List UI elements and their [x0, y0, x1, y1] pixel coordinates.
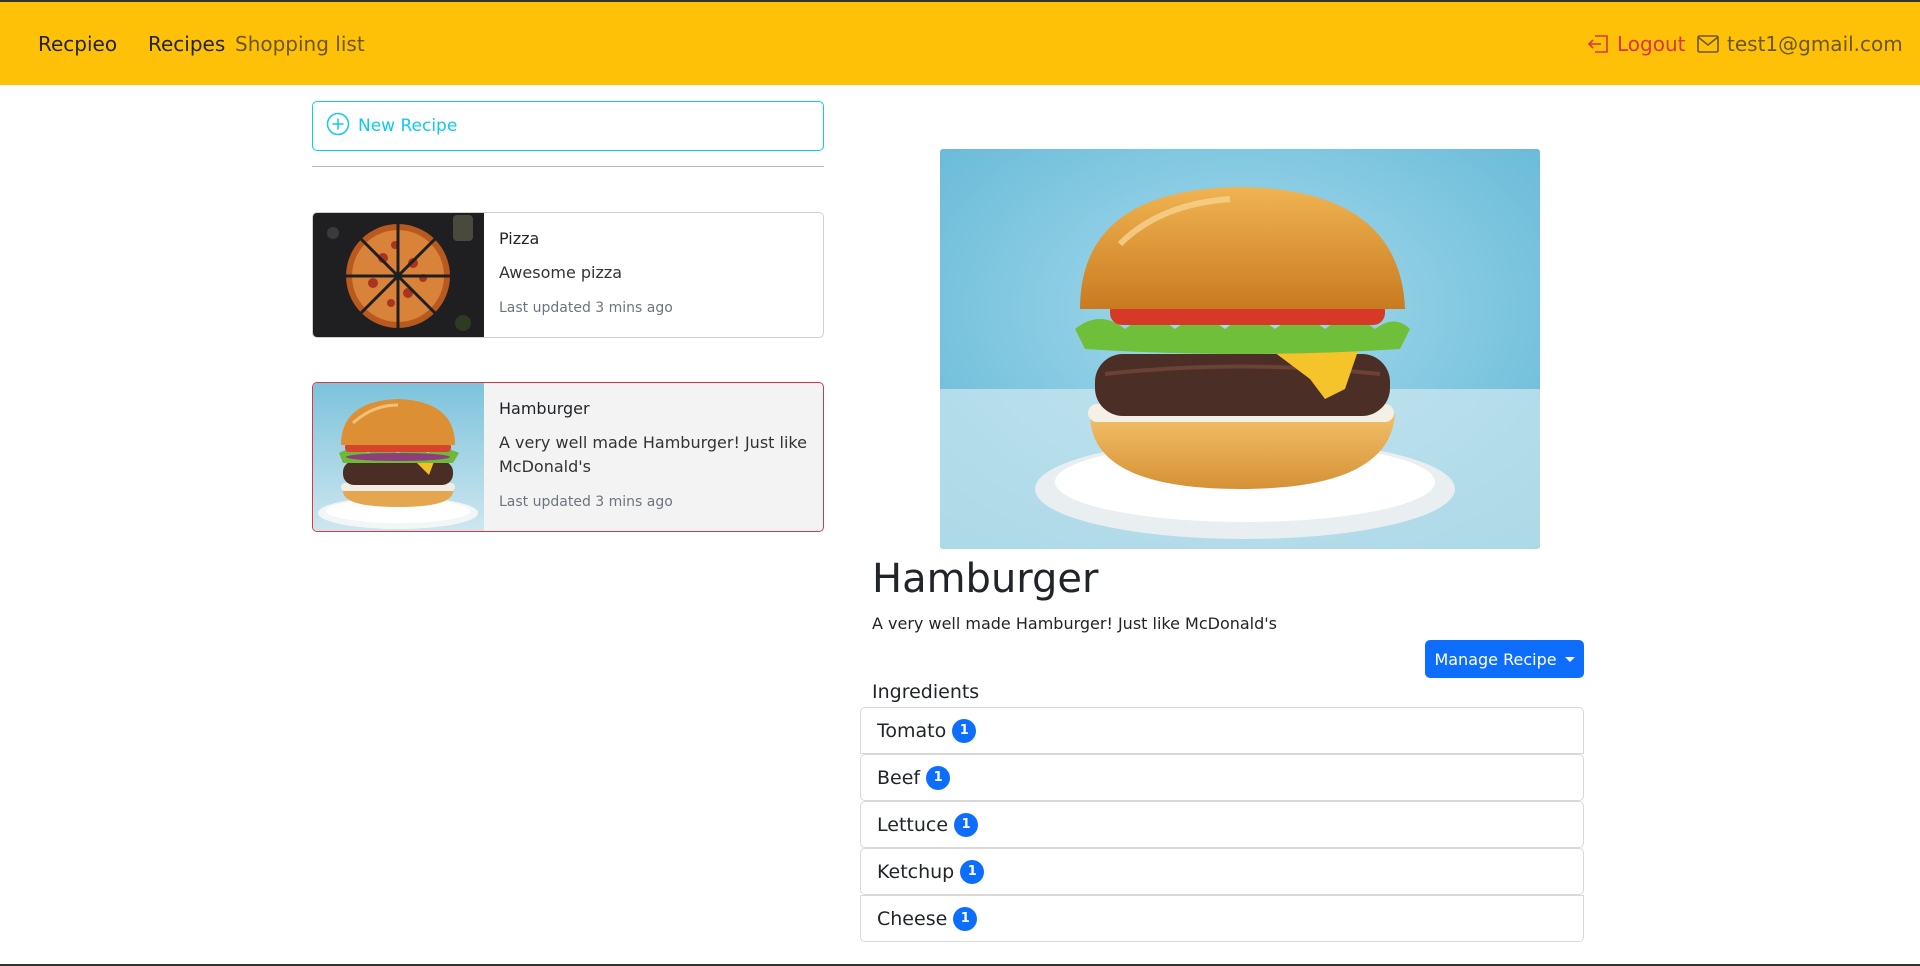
recipe-detail-title: Hamburger	[872, 556, 1099, 602]
brand-logo[interactable]: Recpieo	[38, 32, 117, 56]
recipe-card-title: Pizza	[499, 229, 540, 248]
ingredient-item[interactable]: Lettuce 1	[860, 801, 1584, 848]
user-email: test1@gmail.com	[1697, 32, 1903, 56]
envelope-icon	[1697, 35, 1719, 53]
recipe-hero-image	[940, 149, 1540, 549]
user-email-label: test1@gmail.com	[1727, 32, 1903, 56]
recipe-card-updated: Last updated 3 mins ago	[499, 494, 673, 510]
manage-recipe-dropdown-button[interactable]: Manage Recipe	[1425, 640, 1584, 678]
recipe-detail-description: A very well made Hamburger! Just like Mc…	[872, 614, 1278, 633]
ingredient-amount-badge: 1	[953, 906, 978, 931]
ingredient-name: Tomato	[877, 719, 947, 742]
new-recipe-button[interactable]: New Recipe	[312, 101, 824, 151]
ingredient-amount-badge: 1	[952, 718, 977, 743]
recipe-card-description: A very well made Hamburger! Just like Mc…	[499, 433, 807, 476]
ingredient-name: Ketchup	[877, 860, 955, 883]
logout-link[interactable]: Logout	[1587, 32, 1685, 56]
logout-icon	[1587, 34, 1609, 54]
ingredient-item[interactable]: Tomato 1	[860, 707, 1584, 754]
navbar: Recpieo Recipes Shopping list Logout tes…	[0, 0, 1920, 85]
ingredient-item[interactable]: Cheese 1	[860, 895, 1584, 942]
recipe-card-updated: Last updated 3 mins ago	[499, 300, 673, 316]
recipe-card-body: Pizza Awesome pizza	[499, 229, 809, 285]
recipe-card-title: Hamburger	[499, 399, 590, 418]
new-recipe-label: New Recipe	[358, 116, 458, 136]
ingredient-amount-badge: 1	[954, 812, 979, 837]
ingredients-list: Tomato 1 Beef 1 Lettuce 1 Ketchup 1 Chee…	[860, 707, 1584, 942]
sidebar-divider	[312, 166, 824, 167]
logout-label: Logout	[1617, 32, 1686, 56]
plus-circle-icon	[326, 112, 350, 141]
ingredient-name: Beef	[877, 766, 921, 789]
manage-recipe-label: Manage Recipe	[1434, 649, 1557, 669]
recipe-card-description: Awesome pizza	[499, 263, 623, 282]
recipe-card-hamburger[interactable]: Hamburger A very well made Hamburger! Ju…	[312, 382, 824, 532]
ingredients-heading: Ingredients	[872, 681, 980, 703]
recipe-card-body: Hamburger A very well made Hamburger! Ju…	[499, 399, 809, 479]
ingredient-name: Lettuce	[877, 813, 949, 836]
ingredient-name: Cheese	[877, 907, 948, 930]
nav-link-shopping-list[interactable]: Shopping list	[235, 32, 365, 56]
caret-down-icon	[1564, 656, 1575, 662]
ingredient-item[interactable]: Ketchup 1	[860, 848, 1584, 895]
ingredient-amount-badge: 1	[960, 859, 985, 884]
recipe-thumbnail-hamburger	[313, 383, 484, 531]
ingredient-item[interactable]: Beef 1	[860, 754, 1584, 801]
recipe-thumbnail-pizza	[313, 213, 484, 337]
nav-link-recipes[interactable]: Recipes	[148, 32, 225, 56]
recipe-card-pizza[interactable]: Pizza Awesome pizza Last updated 3 mins …	[312, 212, 824, 338]
ingredient-amount-badge: 1	[926, 765, 951, 790]
